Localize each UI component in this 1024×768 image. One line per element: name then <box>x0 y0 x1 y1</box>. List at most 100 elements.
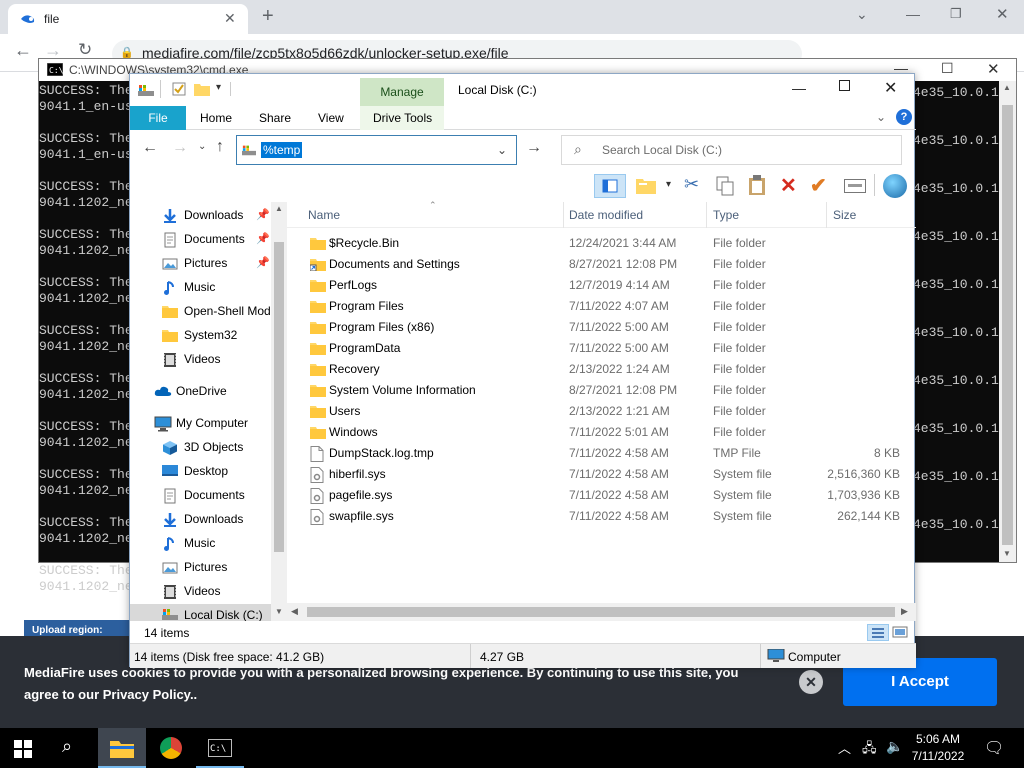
back-arrow-icon[interactable]: ← <box>14 40 32 61</box>
file-row[interactable]: Program Files (x86) 7/11/2022 5:00 AM File… <box>287 317 916 338</box>
nav-scrollbar[interactable]: ▲ ▼ <box>271 202 287 621</box>
cmd-maximize-icon[interactable]: ☐ <box>941 60 954 77</box>
tab-search-chevron-icon[interactable]: ⌄ <box>856 6 868 23</box>
horizontal-scroll-thumb[interactable] <box>307 607 895 617</box>
file-row[interactable]: Documents and Settings 8/27/2021 12:08 PM… <box>287 254 916 275</box>
scroll-down-icon[interactable]: ▼ <box>1003 549 1011 558</box>
column-type[interactable]: Type <box>713 208 739 222</box>
clock-date[interactable]: 7/11/2022 <box>906 749 970 763</box>
sidebar-item[interactable]: Music <box>130 276 271 300</box>
tab-drive-tools[interactable]: Drive Tools <box>373 106 432 130</box>
sidebar-item[interactable]: 3D Objects <box>130 436 271 460</box>
file-row[interactable]: pagefile.sys 7/11/2022 4:58 AM System file… <box>287 485 916 506</box>
sidebar-item[interactable]: Downloads <box>130 508 271 532</box>
column-date-modified[interactable]: Date modified <box>569 208 643 222</box>
help-icon[interactable]: ? <box>896 109 912 125</box>
new-tab-button[interactable]: + <box>262 5 274 28</box>
clock-time[interactable]: 5:06 AM <box>906 732 970 746</box>
drive-tools-tab[interactable]: Drive Tools <box>360 106 444 130</box>
options-dropdown-icon[interactable]: ▾ <box>666 179 671 190</box>
cmd-close-icon[interactable]: ✕ <box>987 60 1000 78</box>
browser-tab[interactable]: file ✕ <box>8 4 248 34</box>
cmd-scrollbar[interactable]: ▲ ▼ <box>999 81 1016 562</box>
column-size[interactable]: Size <box>833 208 856 222</box>
tab-home[interactable]: Home <box>200 106 232 130</box>
search-box[interactable]: ⌕ Search Local Disk (C:) <box>561 135 902 165</box>
file-row[interactable]: swapfile.sys 7/11/2022 4:58 AM System file… <box>287 506 916 527</box>
large-icons-view-icon[interactable] <box>892 625 908 639</box>
sidebar-item[interactable]: Downloads 📌 <box>130 204 271 228</box>
copy-icon[interactable] <box>716 176 734 196</box>
sidebar-item[interactable]: Documents <box>130 484 271 508</box>
details-view-icon[interactable] <box>867 624 889 641</box>
file-row[interactable]: ProgramData 7/11/2022 5:00 AM File folder <box>287 338 916 359</box>
column-divider[interactable] <box>563 202 564 228</box>
minimize-icon[interactable]: — <box>792 80 806 96</box>
sidebar-item[interactable]: Videos <box>130 580 271 604</box>
file-row[interactable]: $Recycle.Bin 12/24/2021 3:44 AM File folde… <box>287 233 916 254</box>
sidebar-item[interactable]: Music <box>130 532 271 556</box>
sidebar-item[interactable]: Videos <box>130 348 271 372</box>
file-row[interactable]: PerfLogs 12/7/2019 4:14 AM File folder <box>287 275 916 296</box>
search-input[interactable]: Search Local Disk (C:) <box>602 143 722 157</box>
horizontal-scrollbar[interactable]: ◀ ▶ <box>287 603 916 621</box>
tab-share[interactable]: Share <box>259 106 291 130</box>
forward-icon[interactable]: → <box>172 139 188 157</box>
manage-context-tab[interactable]: Manage <box>360 78 444 106</box>
sidebar-item[interactable]: Pictures <box>130 556 271 580</box>
properties-check-icon[interactable]: ✔ <box>810 173 827 198</box>
globe-icon[interactable] <box>883 174 907 198</box>
navigation-pane-button[interactable] <box>594 174 626 198</box>
sidebar-item[interactable]: Pictures 📌 <box>130 252 271 276</box>
file-row[interactable]: System Volume Information 8/27/2021 12:08… <box>287 380 916 401</box>
sidebar-item[interactable]: OneDrive <box>130 380 271 404</box>
paste-icon[interactable] <box>748 175 766 195</box>
sidebar-item[interactable]: My Computer <box>130 412 271 436</box>
column-name[interactable]: Name <box>308 208 340 222</box>
column-divider[interactable] <box>706 202 707 228</box>
column-divider[interactable] <box>826 202 827 228</box>
file-row[interactable]: hiberfil.sys 7/11/2022 4:58 AM System file… <box>287 464 916 485</box>
qat-dropdown-icon[interactable]: ▾ <box>216 82 221 93</box>
maximize-icon[interactable] <box>839 80 850 91</box>
scroll-up-icon[interactable]: ▲ <box>1003 83 1011 92</box>
sidebar-item[interactable]: Open-Shell Mod <box>130 300 271 324</box>
address-bar[interactable]: %temp ⌄ <box>236 135 517 165</box>
recent-locations-icon[interactable]: ⌄ <box>198 141 206 152</box>
sidebar-item[interactable]: Documents 📌 <box>130 228 271 252</box>
sidebar-item[interactable]: Local Disk (C:) <box>130 604 271 621</box>
expand-ribbon-chevron-icon[interactable]: ⌄ <box>876 110 886 124</box>
up-arrow-icon[interactable]: ↑ <box>216 138 224 156</box>
browser-close-icon[interactable]: ✕ <box>996 5 1009 23</box>
volume-icon[interactable]: 🔈 <box>886 738 903 755</box>
file-row[interactable]: Users 2/13/2022 1:21 AM File folder <box>287 401 916 422</box>
windows-start-icon[interactable] <box>14 740 32 758</box>
address-dropdown-icon[interactable]: ⌄ <box>497 143 507 157</box>
cut-icon[interactable]: ✂ <box>684 174 699 195</box>
cmd-scroll-thumb[interactable] <box>1002 105 1013 545</box>
delete-icon[interactable]: ✕ <box>780 173 797 198</box>
network-icon[interactable]: 🖧 <box>862 739 877 761</box>
tab-file[interactable]: File <box>130 106 186 130</box>
file-row[interactable]: DumpStack.log.tmp 7/11/2022 4:58 AM TMP Fi… <box>287 443 916 464</box>
taskbar-file-explorer[interactable] <box>98 728 146 768</box>
browser-restore-icon[interactable]: ❐ <box>950 6 962 22</box>
file-row[interactable]: Windows 7/11/2022 5:01 AM File folder <box>287 422 916 443</box>
close-icon[interactable]: ✕ <box>884 78 897 98</box>
cookie-close-button[interactable]: ✕ <box>799 670 823 694</box>
scroll-right-icon[interactable]: ▶ <box>901 606 908 617</box>
sidebar-item[interactable]: System32 <box>130 324 271 348</box>
folder-options-icon[interactable] <box>636 176 656 194</box>
new-folder-icon[interactable] <box>194 82 210 96</box>
address-input[interactable]: %temp <box>261 142 303 158</box>
file-explorer-window[interactable]: ▾ Manage Local Disk (C:) — ✕ File Home S… <box>129 73 916 668</box>
close-tab-icon[interactable]: ✕ <box>224 10 236 27</box>
scroll-down-icon[interactable]: ▼ <box>275 607 283 616</box>
search-icon[interactable]: ⌕ <box>62 736 72 757</box>
scroll-up-icon[interactable]: ▲ <box>275 204 283 213</box>
file-row[interactable]: Program Files 7/11/2022 4:07 AM File folde… <box>287 296 916 317</box>
rename-icon[interactable] <box>844 179 866 193</box>
nav-scroll-thumb[interactable] <box>274 242 284 552</box>
tab-view[interactable]: View <box>318 106 344 130</box>
go-arrow-icon[interactable]: → <box>526 139 542 157</box>
